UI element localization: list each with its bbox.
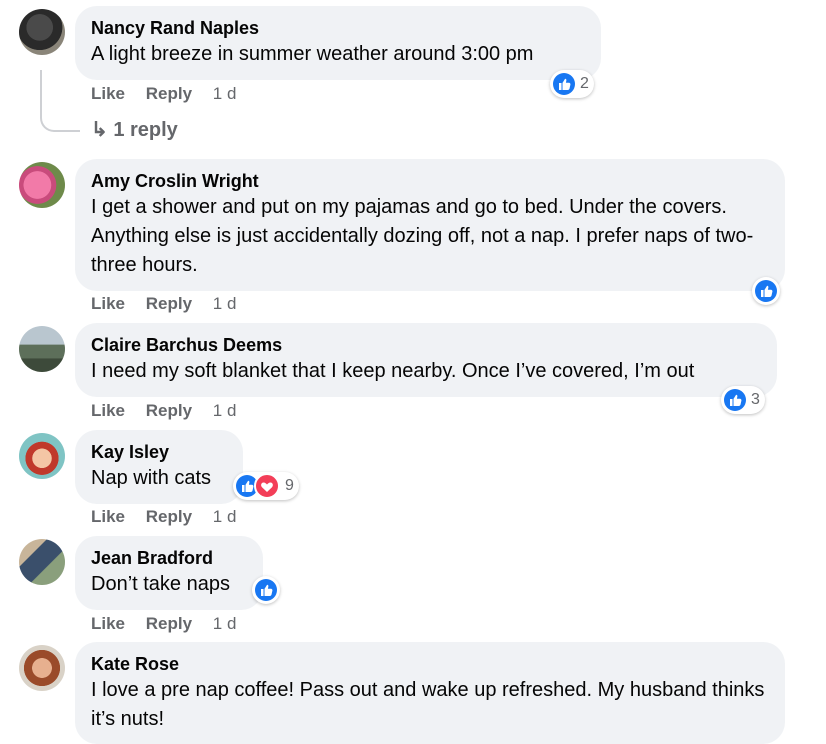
comment-author[interactable]: Kate Rose: [91, 652, 767, 676]
comment-author[interactable]: Claire Barchus Deems: [91, 333, 759, 357]
comment-bubble: Kay Isley Nap with cats: [75, 430, 243, 504]
avatar[interactable]: [19, 326, 65, 372]
reply-link[interactable]: Reply: [146, 84, 192, 103]
like-link[interactable]: Like: [91, 84, 125, 103]
like-link[interactable]: Like: [91, 507, 125, 526]
reaction-summary[interactable]: 9: [233, 472, 299, 500]
reaction-summary[interactable]: 3: [721, 386, 765, 414]
avatar[interactable]: [19, 539, 65, 585]
like-reaction-icon: [255, 579, 277, 601]
reaction-count: 3: [751, 391, 760, 408]
reaction-summary[interactable]: [752, 277, 780, 305]
timestamp[interactable]: 1 d: [213, 614, 237, 633]
timestamp[interactable]: 1 d: [213, 294, 237, 313]
comment-text: I need my soft blanket that I keep nearb…: [91, 360, 695, 382]
comment-text: Don’t take naps: [91, 573, 230, 595]
comment-text: I get a shower and put on my pajamas and…: [91, 196, 754, 276]
like-reaction-icon: [553, 73, 575, 95]
comment-text: A light breeze in summer weather around …: [91, 43, 534, 65]
comment-bubble: Claire Barchus Deems I need my soft blan…: [75, 323, 777, 397]
like-link[interactable]: Like: [91, 614, 125, 633]
comment-author[interactable]: Amy Croslin Wright: [91, 169, 767, 193]
reply-link[interactable]: Reply: [146, 614, 192, 633]
comment-author[interactable]: Nancy Rand Naples: [91, 16, 583, 40]
like-link[interactable]: Like: [91, 294, 125, 313]
comment-bubble: Jean Bradford Don’t take naps: [75, 536, 263, 610]
reaction-count: 2: [580, 75, 589, 92]
view-replies-link[interactable]: ↳ 1 reply: [91, 117, 178, 142]
like-link[interactable]: Like: [91, 401, 125, 420]
reply-link[interactable]: Reply: [146, 507, 192, 526]
comment-bubble: Nancy Rand Naples A light breeze in summ…: [75, 6, 601, 80]
comment-actions: Like Reply 1 d: [91, 294, 252, 314]
comment-author[interactable]: Kay Isley: [91, 440, 225, 464]
reaction-summary[interactable]: 2: [550, 70, 594, 98]
comment-author[interactable]: Jean Bradford: [91, 546, 245, 570]
like-reaction-icon: [724, 389, 746, 411]
reaction-summary[interactable]: [252, 576, 280, 604]
comment-actions: Like Reply 1 d: [91, 614, 252, 634]
reply-link[interactable]: Reply: [146, 401, 192, 420]
reply-link[interactable]: Reply: [146, 294, 192, 313]
thread-connector: [40, 70, 80, 132]
avatar[interactable]: [19, 645, 65, 691]
avatar[interactable]: [19, 162, 65, 208]
comment-bubble: Amy Croslin Wright I get a shower and pu…: [75, 159, 785, 291]
love-reaction-icon: [254, 473, 280, 499]
timestamp[interactable]: 1 d: [213, 507, 237, 526]
comment-text: Nap with cats: [91, 467, 212, 489]
comment-actions: Like Reply 1 d: [91, 401, 252, 421]
comment-actions: Like Reply 1 d: [91, 84, 252, 104]
reaction-count: 9: [285, 477, 294, 494]
avatar[interactable]: [19, 9, 65, 55]
comment-text: I love a pre nap coffee! Pass out and wa…: [91, 679, 765, 730]
like-reaction-icon: [755, 280, 777, 302]
comment-actions: Like Reply 1 d: [91, 507, 252, 527]
avatar[interactable]: [19, 433, 65, 479]
comment-bubble: Kate Rose I love a pre nap coffee! Pass …: [75, 642, 785, 744]
timestamp[interactable]: 1 d: [213, 84, 237, 103]
timestamp[interactable]: 1 d: [213, 401, 237, 420]
